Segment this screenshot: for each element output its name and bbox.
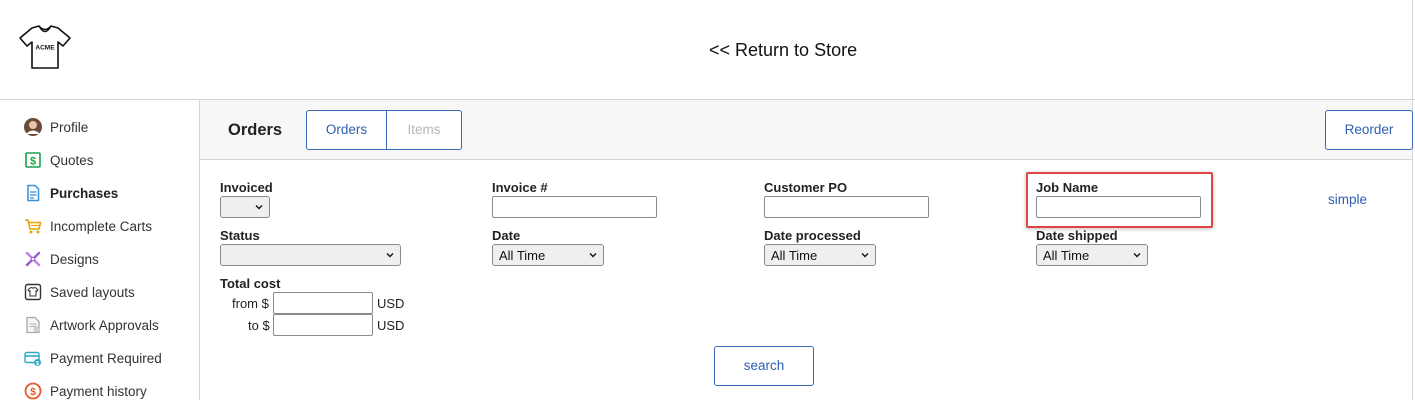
chevron-down-icon (1133, 253, 1141, 258)
cost-to-currency: USD (377, 318, 405, 333)
sidebar: Profile $ Quotes Purchases Incomplete Ca… (0, 100, 200, 400)
svg-text:$: $ (36, 361, 39, 367)
dollar-document-icon: $ (24, 151, 42, 169)
date-shipped-value: All Time (1043, 247, 1090, 263)
chevron-down-icon (589, 253, 597, 258)
sidebar-item-label: Profile (50, 119, 89, 135)
sidebar-item-label: Payment history (50, 383, 147, 399)
cost-to-input[interactable] (273, 314, 373, 336)
return-to-store-link[interactable]: << Return to Store (709, 40, 857, 61)
header: ACME << Return to Store (0, 0, 1415, 100)
acme-shirt-logo[interactable]: ACME (18, 24, 72, 70)
sidebar-item-label: Saved layouts (50, 284, 135, 300)
date-value: All Time (499, 247, 546, 263)
dollar-history-icon: $ (24, 382, 42, 400)
chevron-down-icon (255, 205, 263, 210)
chevron-down-icon (861, 253, 869, 258)
cost-to-label: to $ (248, 318, 270, 333)
tab-orders[interactable]: Orders (307, 111, 387, 149)
sidebar-item-payment-history[interactable]: $ Payment history (24, 380, 147, 402)
search-button[interactable]: search (714, 346, 814, 386)
reorder-button[interactable]: Reorder (1325, 110, 1413, 150)
total-cost-label: Total cost (220, 276, 281, 291)
logo-text: ACME (35, 45, 55, 52)
sidebar-item-profile[interactable]: Profile (24, 116, 88, 138)
view-tabs: Orders Items (306, 110, 462, 150)
svg-text:$: $ (30, 386, 36, 398)
customer-po-label: Customer PO (764, 180, 848, 195)
avatar-icon (24, 118, 42, 136)
date-processed-value: All Time (771, 247, 818, 263)
sidebar-item-saved-layouts[interactable]: Saved layouts (24, 281, 135, 303)
payment-card-icon: $ (24, 349, 42, 367)
invoice-number-label: Invoice # (492, 180, 548, 195)
customer-po-input[interactable] (764, 196, 929, 218)
tab-items[interactable]: Items (387, 111, 461, 149)
status-label: Status (220, 228, 260, 243)
sidebar-item-label: Incomplete Carts (50, 218, 153, 234)
status-select[interactable] (220, 244, 401, 266)
sidebar-item-incomplete-carts[interactable]: Incomplete Carts (24, 215, 152, 237)
date-processed-select[interactable]: All Time (764, 244, 876, 266)
date-shipped-select[interactable]: All Time (1036, 244, 1148, 266)
sidebar-item-quotes[interactable]: $ Quotes (24, 149, 94, 171)
sidebar-item-purchases[interactable]: Purchases (24, 182, 118, 204)
cost-from-currency: USD (377, 296, 405, 311)
document-lines-icon (24, 184, 42, 202)
approval-document-icon (24, 316, 42, 334)
date-label: Date (492, 228, 521, 243)
cart-icon (24, 217, 42, 235)
invoiced-label: Invoiced (220, 180, 273, 195)
shirt-frame-icon (24, 283, 42, 301)
invoice-number-input[interactable] (492, 196, 657, 218)
main-content: Orders Orders Items Reorder Invoiced Inv… (200, 100, 1413, 400)
sidebar-item-label: Designs (50, 251, 99, 267)
svg-text:$: $ (30, 156, 36, 168)
cost-from-label: from $ (232, 296, 269, 311)
simple-view-link[interactable]: simple (1328, 192, 1367, 207)
sidebar-item-payment-required[interactable]: $ Payment Required (24, 347, 162, 369)
orders-toolbar: Orders Orders Items Reorder (200, 100, 1413, 160)
cost-from-input[interactable] (273, 292, 373, 314)
sidebar-item-designs[interactable]: Designs (24, 248, 99, 270)
date-shipped-label: Date shipped (1036, 228, 1118, 243)
date-processed-label: Date processed (764, 228, 861, 243)
job-name-input[interactable] (1036, 196, 1201, 218)
chevron-down-icon (386, 253, 394, 258)
sidebar-item-label: Quotes (50, 152, 94, 168)
date-select[interactable]: All Time (492, 244, 604, 266)
invoiced-select[interactable] (220, 196, 270, 218)
sidebar-item-label: Payment Required (50, 350, 162, 366)
sidebar-item-label: Artwork Approvals (50, 317, 159, 333)
sidebar-item-label: Purchases (50, 185, 119, 201)
design-tools-icon (24, 250, 42, 268)
sidebar-item-artwork-approvals[interactable]: Artwork Approvals (24, 314, 159, 336)
page-title: Orders (228, 121, 283, 139)
job-name-label: Job Name (1036, 180, 1099, 195)
right-divider (1412, 0, 1413, 400)
